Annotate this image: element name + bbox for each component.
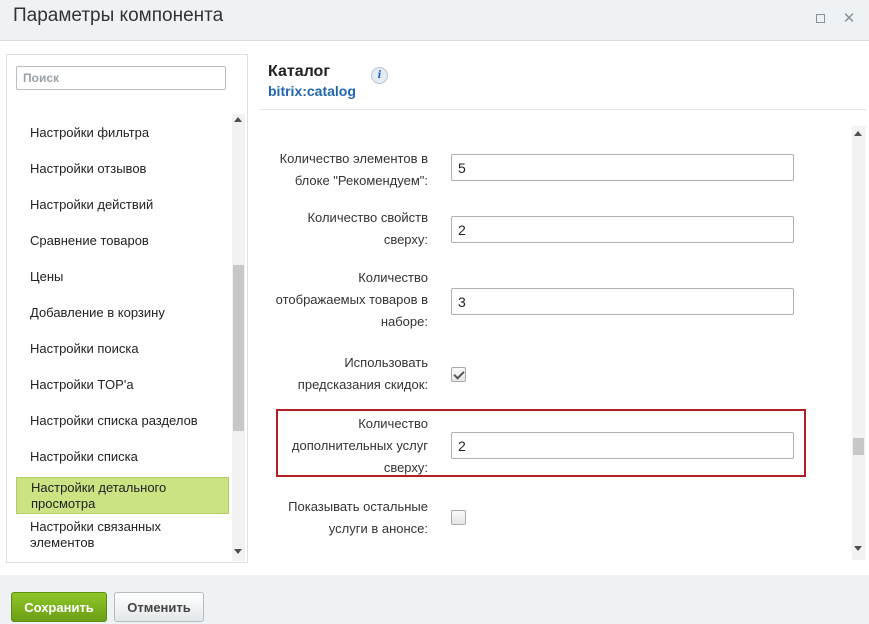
param-label-recommended-count: Количество элементов в блоке "Рекомендуе… <box>279 151 428 188</box>
main-scroll-thumb[interactable] <box>853 438 864 455</box>
checkmark-icon <box>453 368 465 380</box>
divider <box>260 109 866 110</box>
sidebar-item-actions[interactable]: Настройки действий <box>16 187 229 223</box>
param-label-other-services: Показывать остальные услуги в анонсе: <box>288 499 428 536</box>
sidebar-item-compare[interactable]: Сравнение товаров <box>16 223 229 259</box>
other-services-checkbox[interactable] <box>451 510 466 525</box>
window-title: Параметры компонента <box>13 5 224 26</box>
sidebar: Настройки фильтра Настройки отзывов Наст… <box>6 54 248 563</box>
param-label-extra-services-count: Количество дополнительных услуг сверху: <box>291 416 428 475</box>
discount-prediction-checkbox[interactable] <box>451 367 466 382</box>
component-title: Каталог <box>268 63 330 80</box>
sidebar-list: Настройки фильтра Настройки отзывов Наст… <box>16 115 229 551</box>
param-label-discount-prediction: Использовать предсказания скидок: <box>297 355 428 392</box>
sidebar-item-reviews[interactable]: Настройки отзывов <box>16 151 229 187</box>
sidebar-item-add-to-cart[interactable]: Добавление в корзину <box>16 295 229 331</box>
save-button[interactable]: Сохранить <box>11 592 107 622</box>
set-items-count-field[interactable] <box>451 288 794 315</box>
main-scrollbar[interactable] <box>852 126 865 560</box>
sidebar-item-top[interactable]: Настройки TOP'а <box>16 367 229 403</box>
sidebar-item-list[interactable]: Настройки списка <box>16 439 229 475</box>
maximize-icon[interactable] <box>811 10 829 28</box>
close-icon[interactable]: ✕ <box>840 10 858 28</box>
component-header: Каталог bitrix:catalog <box>268 63 356 99</box>
info-icon[interactable]: i <box>371 67 388 84</box>
scroll-down-icon[interactable] <box>234 549 242 554</box>
search-input[interactable] <box>16 66 226 90</box>
properties-count-field[interactable] <box>451 216 794 243</box>
sidebar-scroll-thumb[interactable] <box>233 265 244 431</box>
sidebar-item-prices[interactable]: Цены <box>16 259 229 295</box>
scroll-up-icon[interactable] <box>854 131 862 136</box>
param-label-set-items-count: Количество отображаемых товаров в наборе… <box>275 270 428 329</box>
param-label-properties-count: Количество свойств сверху: <box>307 210 428 247</box>
sidebar-item-filter[interactable]: Настройки фильтра <box>16 115 229 151</box>
dialog-footer: Сохранить Отменить <box>0 575 869 624</box>
dialog-body: Настройки фильтра Настройки отзывов Наст… <box>0 41 869 575</box>
sidebar-item-linked[interactable]: Настройки связанных элементов <box>16 517 229 551</box>
extra-services-count-field[interactable] <box>451 432 794 459</box>
scroll-up-icon[interactable] <box>234 117 242 122</box>
component-code: bitrix:catalog <box>268 83 356 99</box>
sidebar-item-detail[interactable]: Настройки детального просмотра <box>16 477 229 514</box>
sidebar-item-section-list[interactable]: Настройки списка разделов <box>16 403 229 439</box>
window-titlebar: Параметры компонента ✕ <box>0 0 869 41</box>
scroll-down-icon[interactable] <box>854 546 862 551</box>
cancel-button[interactable]: Отменить <box>114 592 204 622</box>
sidebar-item-search[interactable]: Настройки поиска <box>16 331 229 367</box>
recommended-count-field[interactable] <box>451 154 794 181</box>
